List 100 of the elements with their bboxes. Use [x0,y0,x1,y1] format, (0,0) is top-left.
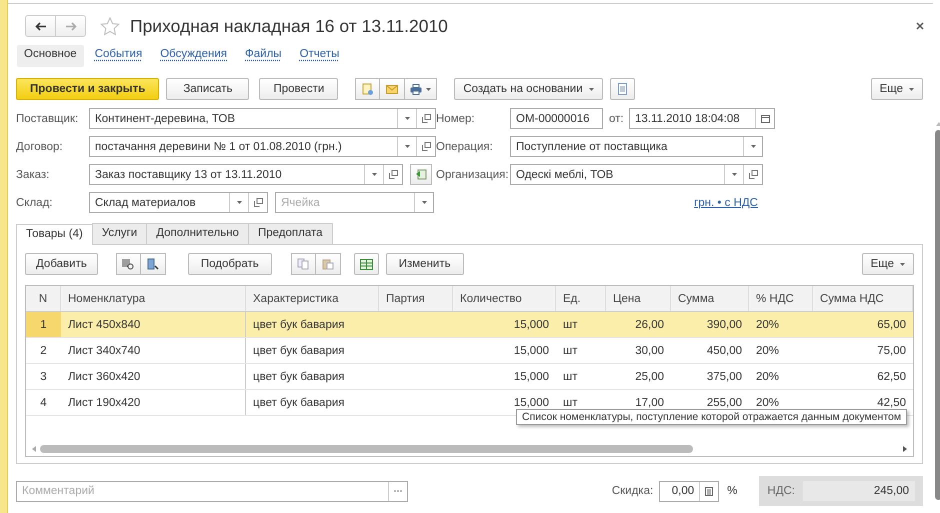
table-cell-text: 15,000 [512,344,550,358]
section-tab[interactable]: Основное [17,45,84,67]
window-icon [748,170,758,179]
caret-icon [750,145,756,148]
combo-field[interactable]: постачання деревини № 1 от 01.08.2010 (грн.) [89,136,436,157]
table-cell-text: шт [562,344,578,358]
vat-value: 245,00 [803,481,915,501]
table-cell-text: шт [562,396,578,410]
combo-field[interactable]: Континент-деревина, ТОВ [89,108,436,129]
table-cell-text: 15,000 [512,318,550,332]
scroll-right-icon[interactable] [903,446,907,452]
table-cell-text: 3 [39,370,48,384]
tab[interactable]: Дополнительно [146,223,249,244]
column-header[interactable]: Количество [453,286,556,311]
tab[interactable]: Товары (4) [16,224,93,245]
column-header[interactable]: N [26,286,61,311]
barcode-button[interactable] [116,253,141,275]
forward-arrow-icon [64,22,76,30]
column-header[interactable]: Партия [379,286,453,311]
back-arrow-icon [34,22,46,30]
table-cell-text: 25,00 [634,370,665,384]
discount-field[interactable]: 0,00 [659,480,720,502]
column-header[interactable]: Цена [606,286,671,311]
table-cell-text: 450,00 [706,344,743,358]
column-header[interactable]: Характеристика [246,286,379,311]
combo-field[interactable]: Склад материалов [89,192,268,213]
post-button[interactable]: Провести [259,78,338,100]
number-field[interactable]: ОМ-00000016 [510,108,603,129]
more-button[interactable]: Еще [870,78,923,100]
section-tab[interactable]: События [88,45,150,67]
scroll-up-icon[interactable] [936,122,940,126]
table-button[interactable] [354,253,379,275]
more-button[interactable]: Еще [862,253,914,275]
tooltip: Список номенклатуры, поступление которой отражается данным документом [516,409,908,425]
paste-icon [322,258,334,270]
table-cell: 1 [26,312,61,337]
add-button[interactable]: Добавить [25,253,98,275]
window-icon [388,170,398,179]
field-label: Операция: [436,140,494,152]
combo-field[interactable]: Поступление от поставщика [510,136,763,157]
window-icon [422,114,430,123]
combo-field[interactable]: Заказ поставщику 13 от 13.11.2010 [89,164,403,185]
table-row[interactable]: 3 Лист 360x420 цвет бук бавария 15,000 шт 25,00 375,00 20% 62,50 [26,364,913,390]
table-icon [360,258,373,270]
star-icon[interactable] [100,16,120,36]
table-cell-text: 15,000 [512,396,550,410]
column-header[interactable]: Номенклатура [61,286,246,311]
section-tab[interactable]: Обсуждения [153,45,234,67]
close-icon[interactable] [916,22,924,30]
table-cell-text: 20% [755,396,780,410]
table-cell-text: цвет бук бавария [252,318,346,332]
caret-icon [404,117,410,120]
pick-button[interactable]: Подобрать [188,253,272,275]
change-button[interactable]: Изменить [386,253,464,275]
price-settings-link[interactable]: грн. • с НДС [694,196,758,208]
table-cell-text: 17,00 [634,396,665,410]
table-cell: Лист 190x420 [61,390,246,415]
field-label: от: [609,112,625,124]
document-icon [618,83,627,95]
scroll-left-icon[interactable] [32,446,36,452]
table-cell-text: 2 [39,344,48,358]
combo-field[interactable]: Одескі меблі, ТОВ [510,164,763,185]
print-button[interactable] [405,78,438,100]
printer-icon [410,84,422,94]
caret-icon [588,88,594,90]
document-button[interactable] [355,78,380,100]
scrollbar-thumb[interactable] [40,445,693,453]
post-and-close-button[interactable]: Провести и закрыть [16,78,160,100]
paste-button[interactable] [316,253,341,275]
tab[interactable]: Услуги [92,223,148,244]
calculator-icon [705,486,714,496]
caret-icon [404,145,410,148]
table-cell-text: цвет бук бавария [252,344,346,358]
table-cell-text: 15,000 [512,370,550,384]
fill-button[interactable] [410,164,432,185]
table-cell-text: 26,00 [634,318,665,332]
create-based-on-button[interactable]: Создать на основании [454,78,603,100]
terminal-button[interactable] [140,253,166,275]
column-header[interactable]: Ед. [556,286,606,311]
section-tab[interactable]: Файлы [238,45,289,67]
report-button[interactable] [610,78,635,100]
table-row[interactable]: 2 Лист 340x740 цвет бук бавария 15,000 шт 30,00 450,00 20% 75,00 [26,338,913,364]
copy-button[interactable] [290,253,316,275]
scrollbar-thumb[interactable] [935,130,940,500]
caret-icon [732,173,736,176]
caret-icon [422,201,426,204]
table-cell-text: 375,00 [706,370,743,384]
unit-label: % [727,485,738,497]
column-header[interactable]: Сумма [671,286,749,311]
save-button[interactable]: Записать [166,78,250,100]
tab[interactable]: Предоплата [248,223,332,244]
section-tab[interactable]: Отчеты [292,45,346,67]
date-field[interactable]: 13.11.2010 18:04:08 [629,108,775,129]
table-row[interactable]: 1 Лист 450x840 цвет бук бавария 15,000 шт 26,00 390,00 20% 65,00 [26,312,913,338]
table-cell-text: шт [562,318,578,332]
column-header[interactable]: Сумма НДС [813,286,913,311]
table-cell-text: 65,00 [876,318,907,332]
column-header[interactable]: % НДС [749,286,813,311]
email-button[interactable] [380,78,406,100]
field-label: Поставщик: [16,112,80,124]
